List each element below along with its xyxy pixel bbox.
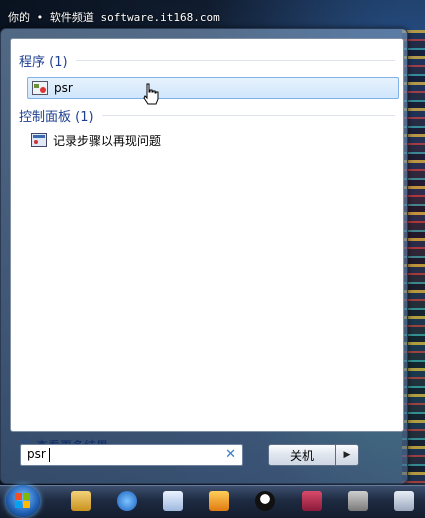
start-menu: 程序 (1) psr 控制面板 (1) 记录步骤以再现问题 查看更多结果 (0, 28, 408, 484)
watermark-text: 你的 • 软件频道 software.it168.com (8, 11, 220, 24)
group-programs: 程序 (1) (19, 51, 395, 70)
clear-search-icon[interactable]: ✕ (225, 447, 236, 462)
hand-cursor-icon (142, 83, 160, 108)
media-player-icon[interactable] (209, 491, 229, 511)
ie-icon[interactable] (117, 491, 137, 511)
shutdown-button[interactable]: 关机 (268, 444, 336, 466)
network-icon[interactable] (348, 491, 368, 511)
start-button[interactable] (6, 485, 40, 517)
search-input[interactable]: psr ✕ (20, 444, 243, 466)
text-caret (49, 448, 50, 462)
steps-recorder-icon (31, 133, 47, 147)
qq-icon[interactable] (255, 491, 275, 511)
result-item-label: psr (54, 81, 73, 95)
notepad-icon[interactable] (163, 491, 183, 511)
group-control-panel-title: 控制面板 (1) (19, 109, 94, 125)
search-input-value: psr (27, 447, 46, 461)
winrar-icon[interactable] (302, 491, 322, 511)
group-control-panel: 控制面板 (1) (19, 106, 395, 125)
group-programs-title: 程序 (1) (19, 54, 68, 70)
windows-logo-icon (15, 493, 30, 508)
result-item-label: 记录步骤以再现问题 (53, 133, 162, 148)
group-divider (75, 59, 395, 61)
device-icon[interactable] (394, 491, 414, 511)
search-results-panel: 程序 (1) psr 控制面板 (1) 记录步骤以再现问题 (10, 38, 404, 432)
shutdown-options-button[interactable]: ▶ (335, 444, 359, 466)
group-divider (101, 114, 395, 116)
explorer-icon[interactable] (71, 491, 91, 511)
result-item-steps-recorder[interactable]: 记录步骤以再现问题 (27, 130, 397, 150)
result-item-psr[interactable]: psr (27, 77, 399, 99)
program-icon (32, 81, 48, 95)
